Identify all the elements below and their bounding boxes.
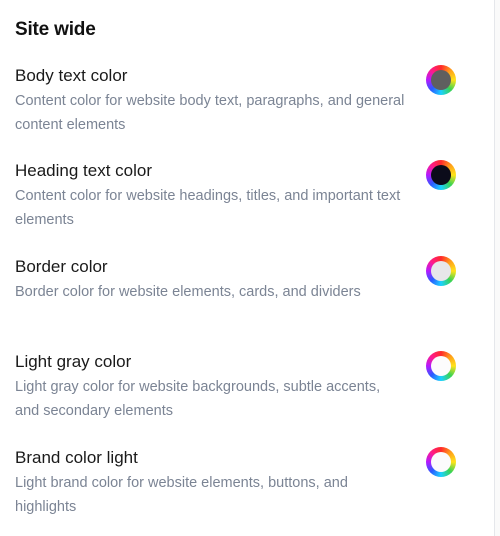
scrollbar-track[interactable] xyxy=(494,0,500,536)
setting-description: Content color for website headings, titl… xyxy=(15,188,401,228)
color-swatch-icon xyxy=(431,356,451,376)
setting-body-text-color: Body text color Content color for websit… xyxy=(15,65,475,145)
setting-label: Heading text color xyxy=(15,161,153,180)
setting-label: Light gray color xyxy=(15,352,132,371)
setting-description: Light gray color for website backgrounds… xyxy=(15,379,381,419)
color-swatch-icon xyxy=(431,261,451,281)
site-wide-settings-panel: Site wide Body text color Content color … xyxy=(0,0,500,536)
border-color-picker-button[interactable] xyxy=(426,256,456,286)
brand-color-light-picker-button[interactable] xyxy=(426,447,456,477)
body-text-color-picker-button[interactable] xyxy=(426,65,456,95)
section-title: Site wide xyxy=(15,19,96,40)
setting-label: Brand color light xyxy=(15,448,138,467)
color-swatch-icon xyxy=(431,165,451,185)
color-swatch-icon xyxy=(431,452,451,472)
setting-label: Border color xyxy=(15,257,108,276)
setting-label: Body text color xyxy=(15,66,128,85)
color-swatch-icon xyxy=(431,70,451,90)
setting-brand-color-light: Brand color light Light brand color for … xyxy=(15,447,475,527)
setting-description: Light brand color for website elements, … xyxy=(15,475,348,515)
setting-light-gray-color: Light gray color Light gray color for we… xyxy=(15,351,475,431)
setting-description: Content color for website body text, par… xyxy=(15,93,405,133)
setting-border-color: Border color Border color for website el… xyxy=(15,256,475,336)
setting-description: Border color for website elements, cards… xyxy=(15,284,361,300)
light-gray-color-picker-button[interactable] xyxy=(426,351,456,381)
heading-text-color-picker-button[interactable] xyxy=(426,160,456,190)
setting-heading-text-color: Heading text color Content color for web… xyxy=(15,160,475,240)
